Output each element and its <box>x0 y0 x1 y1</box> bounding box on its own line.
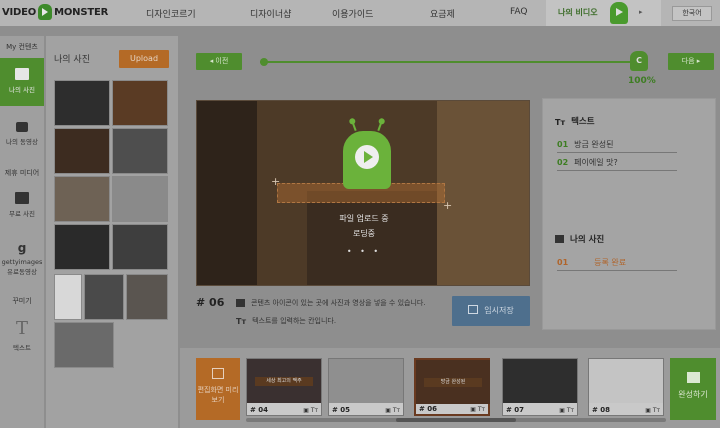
photo-icon <box>555 235 564 243</box>
rail-item-getty[interactable]: g gettyimages 유료동영상 <box>0 232 44 280</box>
finish-button[interactable]: 완성하기 <box>670 358 716 420</box>
nav-pricing[interactable]: 요금제 <box>430 7 455 20</box>
getty-logo-icon: g <box>17 241 27 255</box>
chevron-right-icon: ▸ <box>639 8 643 16</box>
photo-thumb[interactable] <box>54 176 110 222</box>
photo-thumb[interactable] <box>84 274 124 320</box>
progress-start-dot <box>260 58 268 66</box>
progress-percent: 100% <box>628 76 656 86</box>
loading-status: 로딩중 <box>352 229 376 238</box>
content-rail: My 컨텐츠 나의 사진 나의 동영상 제휴 미디어 무료 사진 g getty… <box>0 36 44 428</box>
scene-properties-panel: Tт 텍스트 01 방금 완성된 02 페이에일 맛? 나의 사진 01 등록 완료 <box>542 98 716 330</box>
rail-section-decorate: 꾸미기 <box>12 297 32 305</box>
scene-number: # 06 <box>196 296 225 309</box>
next-button[interactable]: 다음 ▸ <box>668 53 714 70</box>
text-row-01[interactable]: 01 방금 완성된 <box>557 139 677 153</box>
clapperboard-icon <box>686 372 700 383</box>
top-nav: VIDEO MONSTER 디자인코르기 디자이너샵 이용가이드 요금제 FAQ… <box>0 0 720 26</box>
my-video-menu[interactable]: 나의 비디오 ▸ <box>546 0 661 26</box>
photo-section-header: 나의 사진 <box>555 233 604 245</box>
text-row-02[interactable]: 02 페이에일 맛? <box>557 157 677 171</box>
progress-track: C <box>260 51 648 71</box>
hint-photo: 콘텐츠 아이콘이 있는 곳에 사진과 영상을 넣을 수 있습니다. <box>236 298 426 308</box>
logo-text-left: VIDEO <box>2 6 37 18</box>
text-tt-icon: Tт <box>555 118 566 127</box>
photo-thumb[interactable] <box>126 274 168 320</box>
photo-icon <box>15 192 29 204</box>
photo-thumb[interactable] <box>54 128 110 174</box>
loading-dots: • • • <box>346 247 382 256</box>
scene-preview[interactable]: + + 파일 업로드 중 로딩중 • • • <box>196 100 530 286</box>
rail-section-partner-media: 제휴 미디어 <box>4 169 40 177</box>
language-select[interactable]: 한국어 <box>672 6 712 21</box>
rail-item-sublabel: 유료동영상 <box>7 268 37 276</box>
nav-design-corgi[interactable]: 디자인코르기 <box>146 7 196 20</box>
save-photo-icon <box>468 305 479 314</box>
crosshair-icon: + <box>271 175 281 188</box>
photo-thumb[interactable] <box>112 128 168 174</box>
progress-knob[interactable]: C <box>630 51 648 71</box>
text-t-icon: T <box>15 318 28 339</box>
monster-loading-icon <box>343 120 391 189</box>
nav-guide[interactable]: 이용가이드 <box>332 7 373 20</box>
logo-mark-icon <box>38 4 53 20</box>
logo-text-right: MONSTER <box>54 6 109 18</box>
temp-save-button[interactable]: 임시저장 <box>452 296 530 326</box>
hint-text: Tт 텍스트를 입력하는 칸입니다. <box>236 316 337 326</box>
photo-thumb[interactable] <box>112 224 168 270</box>
nav-designer-shop[interactable]: 디자이너샵 <box>250 7 291 20</box>
rail-item-label: 텍스트 <box>13 344 31 352</box>
photo-thumb[interactable] <box>112 176 168 222</box>
preview-all-button[interactable]: 편집화면 미리보기 <box>196 358 240 420</box>
upload-status: 파일 업로드 중 <box>339 214 389 223</box>
video-camera-icon <box>16 122 28 132</box>
timeline-clip[interactable]: # 05 ▣ Tт <box>328 358 404 416</box>
photo-row-01[interactable]: 01 등록 완료 <box>557 257 677 271</box>
photo-icon <box>236 299 245 307</box>
timeline-clip[interactable]: # 07 ▣ Tт <box>502 358 578 416</box>
rail-item-label: 나의 사진 <box>9 86 35 94</box>
photo-thumb[interactable] <box>112 80 168 126</box>
timeline-clip-active[interactable]: 방금 완성된 # 06 ▣ Tт <box>414 358 490 416</box>
rail-section-my-contents: My 컨텐츠 <box>6 43 38 51</box>
crosshair-icon: + <box>443 199 453 212</box>
prev-button[interactable]: ◂ 이전 <box>196 53 242 70</box>
nav-faq[interactable]: FAQ <box>510 7 527 17</box>
photo-thumb[interactable] <box>54 322 114 368</box>
preview-icon <box>212 368 224 379</box>
timeline-clip[interactable]: # 08 ▣ Tт <box>588 358 664 416</box>
my-video-label: 나의 비디오 <box>558 8 598 17</box>
rail-item-label: gettyimages <box>1 258 43 266</box>
rail-item-free-photos[interactable]: 무료 사진 <box>0 182 44 230</box>
photo-thumb[interactable] <box>54 274 82 320</box>
timeline-clip[interactable]: 세상 최고의 맥주 # 04 ▣ Tт <box>246 358 322 416</box>
photo-icon <box>15 68 29 80</box>
rail-item-label: 무료 사진 <box>9 210 35 218</box>
photo-panel-title: 나의 사진 <box>54 55 90 65</box>
text-section-header: Tт 텍스트 <box>555 117 595 127</box>
logo[interactable]: VIDEO MONSTER <box>2 4 108 20</box>
photo-thumb[interactable] <box>54 80 110 126</box>
rail-item-label: 나의 동영상 <box>6 138 38 146</box>
scrollbar-thumb[interactable] <box>396 418 516 422</box>
photo-panel: 나의 사진 Upload <box>46 36 178 428</box>
monster-play-icon <box>610 2 628 24</box>
rail-item-my-videos[interactable]: 나의 동영상 <box>0 112 44 160</box>
rail-item-text[interactable]: T 텍스트 <box>0 310 44 358</box>
upload-button[interactable]: Upload <box>119 50 169 68</box>
rail-item-my-photos[interactable]: 나의 사진 <box>0 58 44 106</box>
timeline-scrollbar[interactable] <box>246 418 666 422</box>
text-tt-icon: Tт <box>236 316 247 326</box>
photo-thumb[interactable] <box>54 224 110 270</box>
